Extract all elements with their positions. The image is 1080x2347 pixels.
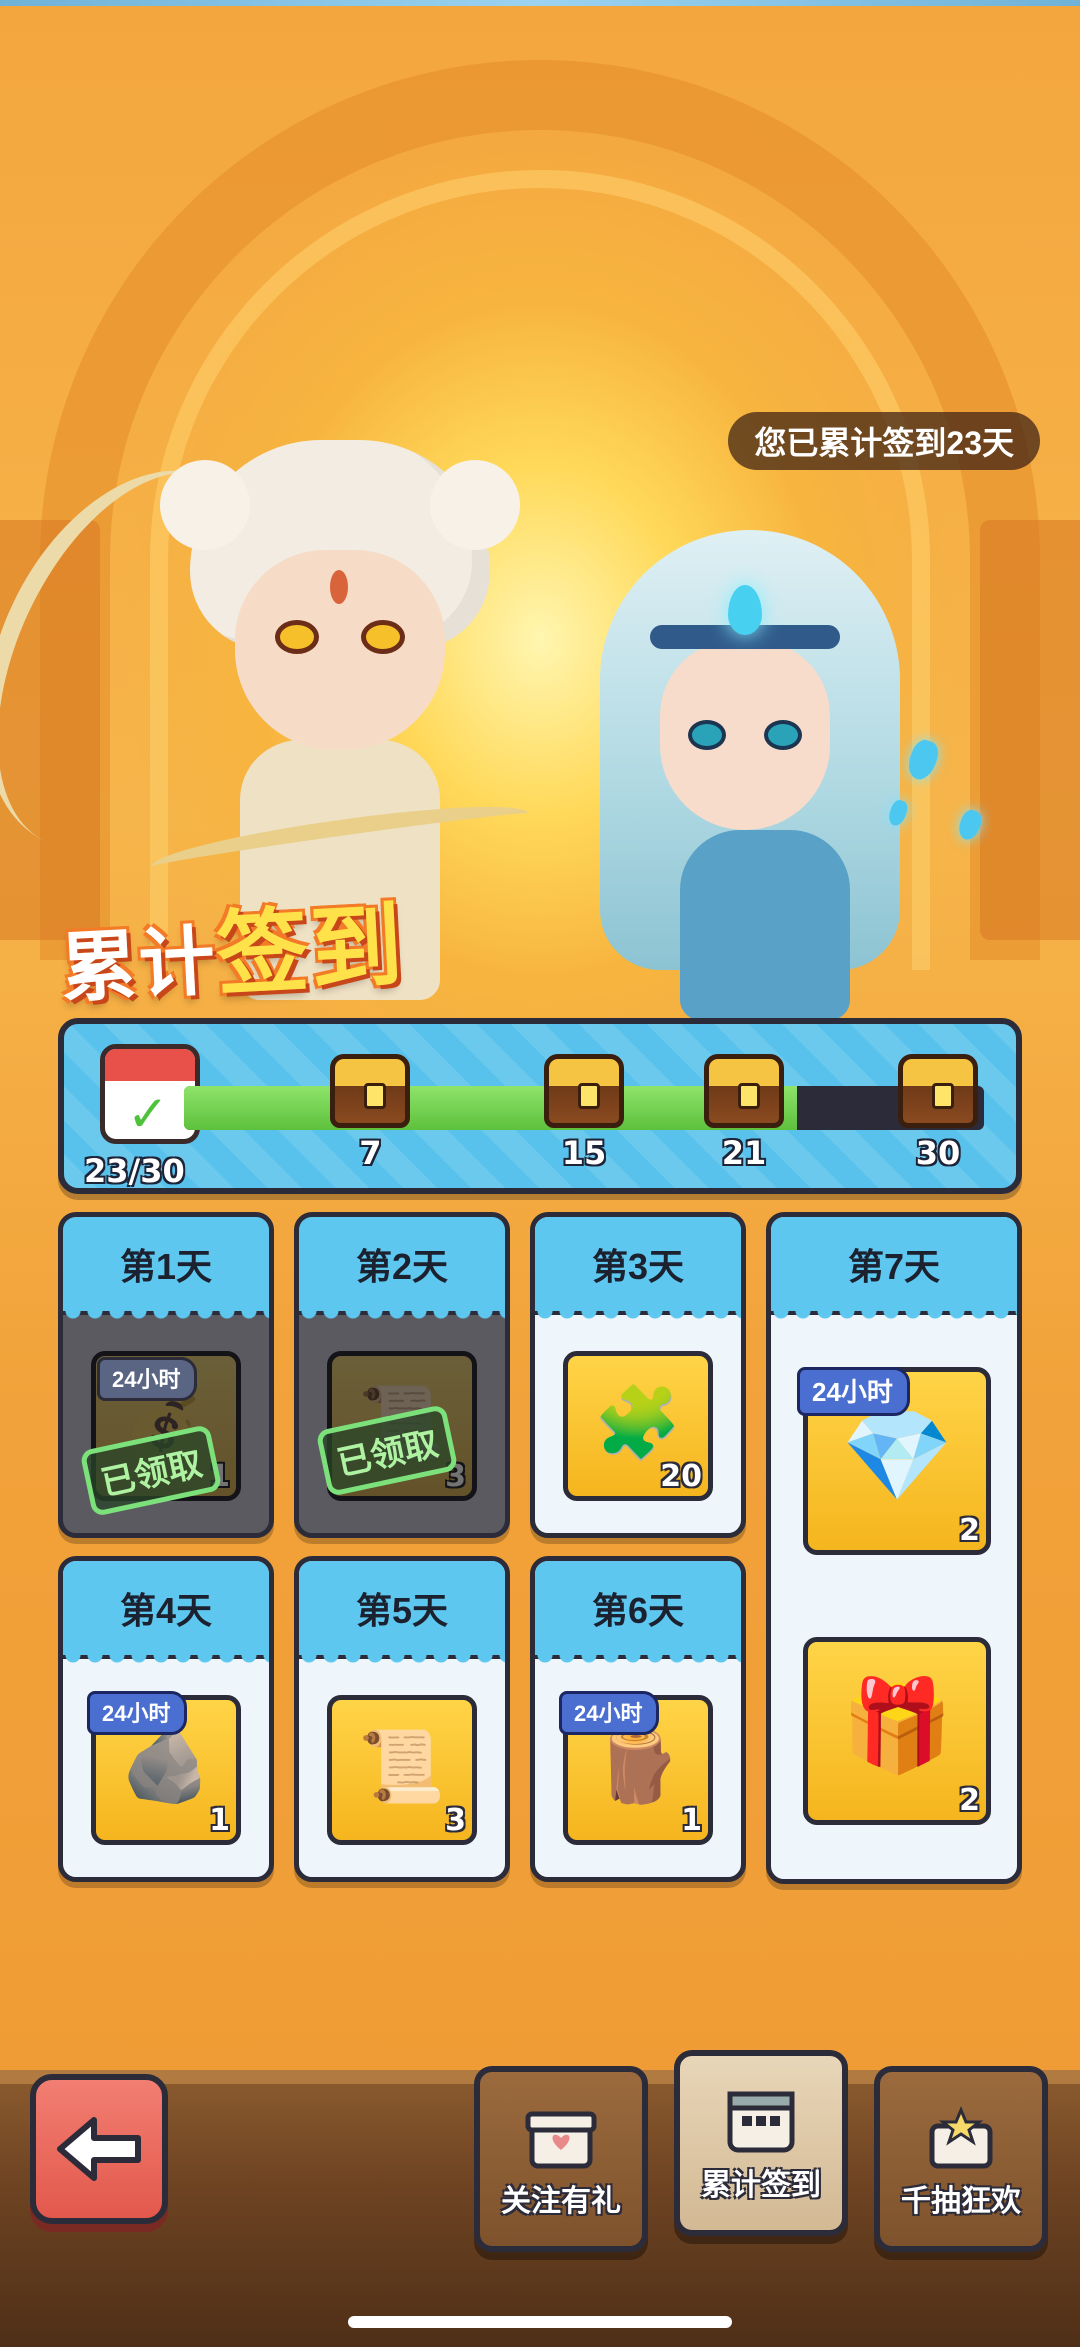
milestone-label: 30 (915, 1134, 961, 1172)
reward-slot[interactable]: 🧩 20 (563, 1351, 713, 1501)
title-part-1: 累计 (58, 915, 220, 1013)
treasure-chest-icon (544, 1054, 624, 1128)
day-card-3[interactable]: 第3天 🧩 20 (530, 1212, 746, 1538)
progress-panel: ✓ 23/30 7 15 21 30 (58, 1018, 1022, 1194)
day-card-title: 第7天 (771, 1217, 1017, 1325)
reward-slot[interactable]: 📜 3 (327, 1695, 477, 1845)
milestone-label: 15 (561, 1134, 607, 1172)
day-card-title: 第6天 (535, 1561, 741, 1669)
gift-icon (525, 2111, 597, 2169)
milestone-21[interactable]: 21 (701, 1054, 787, 1172)
day-card-1[interactable]: 第1天 💰 1 24小时 已领取 (58, 1212, 274, 1538)
scroll-icon: 📜 (358, 1727, 446, 1806)
day-card-title: 第1天 (63, 1217, 269, 1325)
day-card-title: 第2天 (299, 1217, 505, 1325)
treasure-chest-icon (330, 1054, 411, 1128)
top-strip (0, 0, 1080, 6)
wood-logs-icon: 🪵 (594, 1727, 682, 1806)
reward-qty: 1 (681, 1803, 702, 1838)
milestone-label: 21 (721, 1134, 767, 1172)
calendar-icon (727, 2091, 795, 2153)
page-title: 累计签到 (57, 871, 408, 1022)
timer-badge: 24小时 (797, 1367, 910, 1416)
title-part-2: 签到 (213, 892, 407, 1009)
milestone-15[interactable]: 15 (541, 1054, 627, 1172)
star-gift-icon (929, 2106, 993, 2169)
reward-qty: 2 (959, 1783, 980, 1818)
reward-qty: 1 (209, 1803, 230, 1838)
puzzle-armor-icon: 🧩 (594, 1383, 682, 1462)
timer-badge: 24小时 (87, 1691, 188, 1735)
day-card-6[interactable]: 第6天 🪵 1 24小时 (530, 1556, 746, 1882)
back-button[interactable] (30, 2074, 168, 2224)
tab-cumulative-signin[interactable]: 累计签到 (674, 2050, 848, 2236)
day-card-title: 第4天 (63, 1561, 269, 1669)
day-card-4[interactable]: 第4天 🪨 1 24小时 (58, 1556, 274, 1882)
day-card-7[interactable]: 第7天 💎 2 24小时 🎁 2 (766, 1212, 1022, 1884)
milestone-7[interactable]: 7 (327, 1054, 413, 1172)
treasure-chest-icon (704, 1054, 784, 1128)
back-arrow-icon (57, 2117, 141, 2181)
reward-qty: 3 (445, 1803, 466, 1838)
ore-sack-icon: 🪨 (122, 1727, 210, 1806)
signin-count-badge: 您已累计签到23天 (728, 412, 1040, 470)
reward-qty: 2 (959, 1513, 980, 1548)
milestone-label: 7 (359, 1134, 382, 1172)
day-card-title: 第5天 (299, 1561, 505, 1669)
reward-slot[interactable]: 🎁 2 (803, 1637, 991, 1825)
progress-count: 23/30 (84, 1152, 185, 1190)
gem-chest-icon: 💎 (840, 1406, 954, 1507)
tab-follow-gift[interactable]: 关注有礼 (474, 2066, 648, 2252)
timer-badge: 24小时 (559, 1691, 660, 1735)
home-indicator[interactable] (348, 2316, 732, 2328)
reward-qty: 20 (660, 1459, 702, 1494)
tab-label: 累计签到 (701, 2169, 821, 2202)
tab-label: 千抽狂欢 (901, 2185, 1021, 2218)
tab-label: 关注有礼 (501, 2185, 621, 2218)
milestone-30[interactable]: 30 (895, 1054, 981, 1172)
day-card-5[interactable]: 第5天 📜 3 (294, 1556, 510, 1882)
day-card-2[interactable]: 第2天 📜 3 已领取 (294, 1212, 510, 1538)
timer-badge: 24小时 (97, 1357, 198, 1401)
hero-chest-icon: 🎁 (840, 1676, 954, 1777)
tab-thousand-draws[interactable]: 千抽狂欢 (874, 2066, 1048, 2252)
treasure-chest-icon (898, 1054, 978, 1128)
day-card-title: 第3天 (535, 1217, 741, 1325)
background-pillar-right (980, 520, 1080, 940)
